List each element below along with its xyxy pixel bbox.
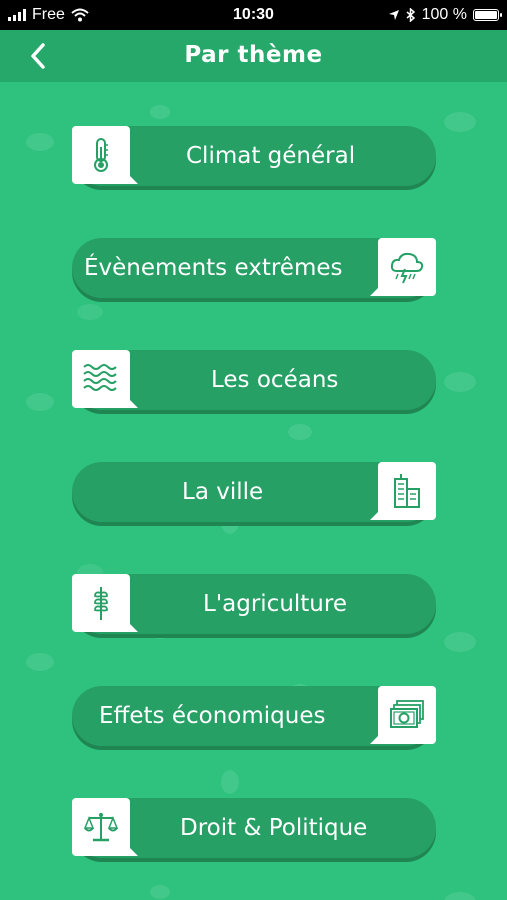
theme-label: Les océans: [211, 367, 339, 393]
city-buildings-icon: [370, 462, 436, 520]
status-right: 100 %: [388, 6, 502, 24]
theme-list: Climat général Évènements extrêmes Les o…: [0, 82, 507, 900]
theme-label: Évènements extrêmes: [84, 255, 343, 281]
wheat-icon: [72, 574, 138, 632]
theme-label: Droit & Politique: [180, 815, 368, 841]
status-bar: Free 10:30 100 %: [0, 0, 507, 30]
theme-label: Climat général: [186, 143, 356, 169]
bluetooth-icon: [406, 8, 415, 22]
theme-button-les-oceans[interactable]: Les océans: [72, 350, 436, 410]
theme-button-evenements-extremes[interactable]: Évènements extrêmes: [72, 238, 436, 298]
theme-button-la-ville[interactable]: La ville: [72, 462, 436, 522]
waves-icon: [72, 350, 138, 408]
theme-label: Effets économiques: [99, 703, 326, 729]
page-title: Par thème: [184, 42, 323, 68]
theme-button-droit-politique[interactable]: Droit & Politique: [72, 798, 436, 858]
theme-button-agriculture[interactable]: L'agriculture: [72, 574, 436, 634]
theme-label: L'agriculture: [203, 591, 347, 617]
battery-icon: [473, 9, 502, 21]
header: Par thème: [0, 30, 507, 82]
theme-button-effets-economiques[interactable]: Effets économiques: [72, 686, 436, 746]
scales-icon: [72, 798, 138, 856]
location-arrow-icon: [388, 10, 399, 20]
battery-percent: 100 %: [421, 6, 467, 23]
thermometer-icon: [72, 126, 138, 184]
storm-cloud-icon: [370, 238, 436, 296]
banknotes-icon: [370, 686, 436, 744]
theme-button-climat-general[interactable]: Climat général: [72, 126, 436, 186]
theme-label: La ville: [182, 479, 264, 505]
